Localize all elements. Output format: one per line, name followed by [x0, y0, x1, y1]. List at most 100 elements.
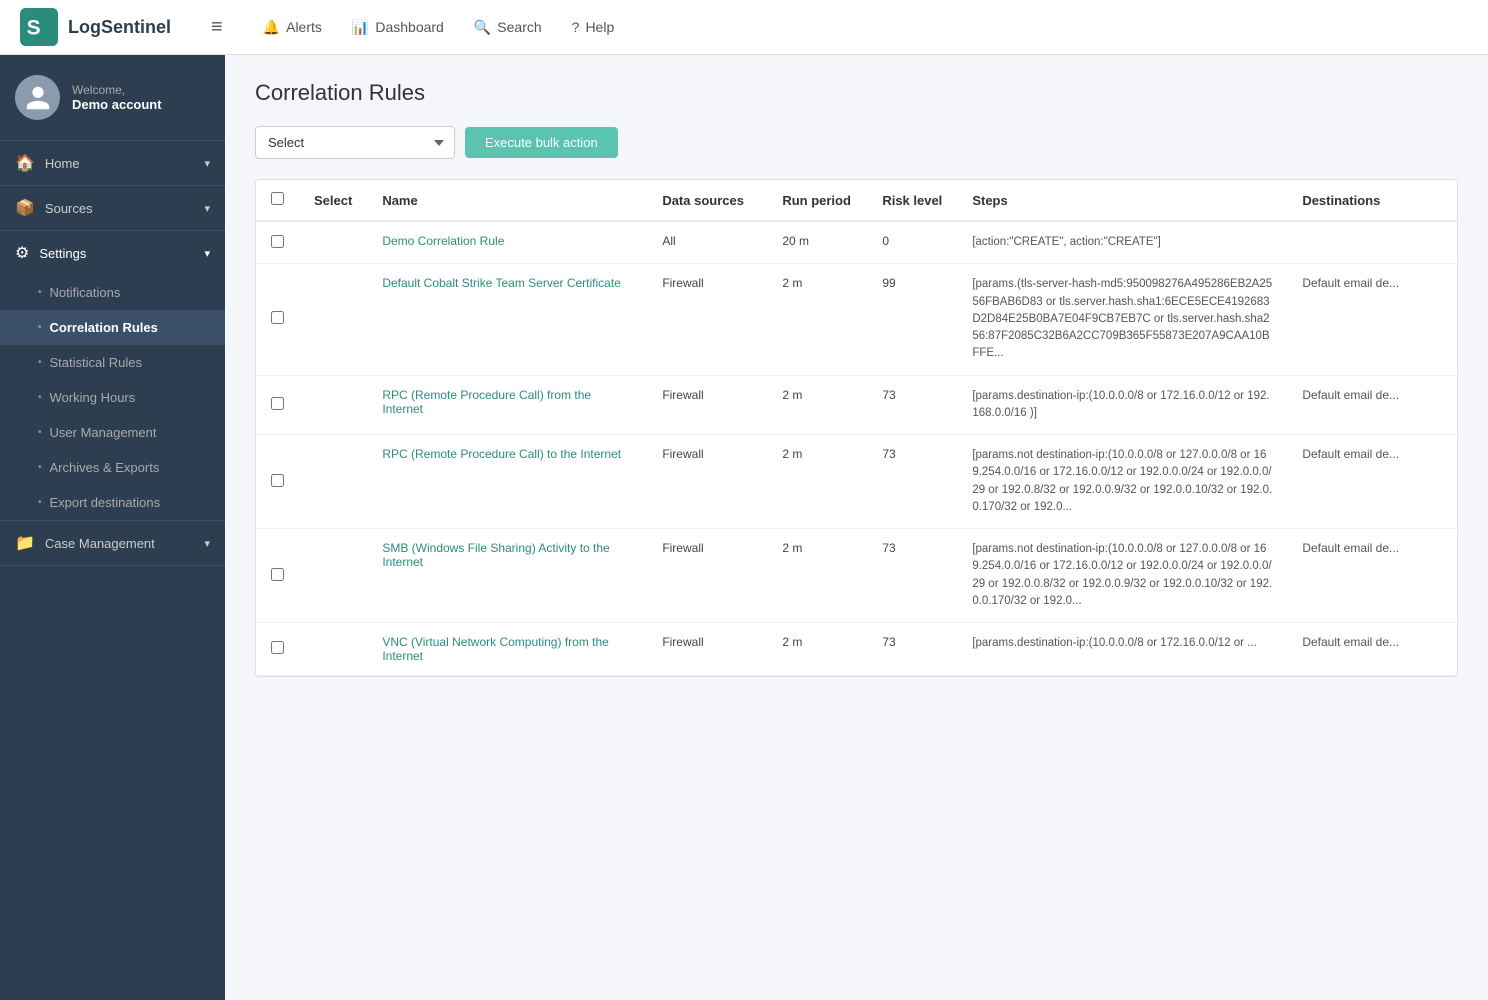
top-navigation: S LogSentinel ≡ 🔔 Alerts 📊 Dashboard 🔍 S… — [0, 0, 1488, 55]
row-checkbox-4[interactable] — [271, 568, 284, 581]
row-steps-0: [action:"CREATE", action:"CREATE"] — [957, 221, 1287, 264]
row-destinations-4: Default email de... — [1287, 529, 1457, 623]
row-select-5 — [299, 623, 367, 676]
table-row: Default Cobalt Strike Team Server Certif… — [256, 264, 1457, 375]
row-checkbox-cell — [256, 623, 299, 676]
table-row: RPC (Remote Procedure Call) from the Int… — [256, 375, 1457, 435]
nav-dashboard[interactable]: 📊 Dashboard — [352, 19, 444, 36]
row-destinations-0 — [1287, 221, 1457, 264]
logo-text: LogSentinel — [68, 17, 171, 38]
sidebar-item-statistical-rules[interactable]: Statistical Rules — [0, 345, 225, 380]
sidebar-item-export-destinations[interactable]: Export destinations — [0, 485, 225, 520]
case-management-icon: 📁 — [15, 533, 35, 553]
search-icon: 🔍 — [474, 19, 491, 36]
toolbar: Select Enable Disable Delete Execute bul… — [255, 126, 1458, 159]
sidebar-label-working-hours: Working Hours — [50, 390, 136, 405]
row-checkbox-2[interactable] — [271, 397, 284, 410]
sidebar-label-export-destinations: Export destinations — [50, 495, 161, 510]
chevron-down-icon: ▾ — [204, 157, 210, 170]
row-run-period-2: 2 m — [767, 375, 867, 435]
sidebar-label-sources: Sources — [45, 201, 195, 216]
sidebar-item-settings[interactable]: ⚙ Settings ▾ — [0, 231, 225, 275]
row-name-1: Default Cobalt Strike Team Server Certif… — [367, 264, 647, 375]
hamburger-icon[interactable]: ≡ — [211, 16, 223, 39]
select-all-checkbox[interactable] — [271, 192, 284, 205]
row-steps-3: [params.not destination-ip:(10.0.0.0/8 o… — [957, 435, 1287, 529]
header-risk-level: Risk level — [867, 180, 957, 221]
nav-help[interactable]: ? Help — [572, 19, 615, 35]
sidebar-label-archives-exports: Archives & Exports — [50, 460, 160, 475]
sidebar-label-user-management: User Management — [50, 425, 157, 440]
main-layout: Welcome, Demo account 🏠 Home ▾ 📦 Sources… — [0, 55, 1488, 1000]
table-row: VNC (Virtual Network Computing) from the… — [256, 623, 1457, 676]
sidebar-item-notifications[interactable]: Notifications — [0, 275, 225, 310]
row-run-period-5: 2 m — [767, 623, 867, 676]
row-run-period-4: 2 m — [767, 529, 867, 623]
row-data-sources-0: All — [647, 221, 767, 264]
row-select-4 — [299, 529, 367, 623]
table-header-row: Select Name Data sources Run period Risk… — [256, 180, 1457, 221]
logo-icon: S — [20, 8, 58, 46]
row-risk-level-1: 99 — [867, 264, 957, 375]
row-risk-level-3: 73 — [867, 435, 957, 529]
row-select-2 — [299, 375, 367, 435]
row-data-sources-2: Firewall — [647, 375, 767, 435]
row-checkbox-0[interactable] — [271, 235, 284, 248]
nav-alerts[interactable]: 🔔 Alerts — [263, 19, 322, 36]
row-checkbox-1[interactable] — [271, 311, 284, 324]
sidebar-section-sources: 📦 Sources ▾ — [0, 186, 225, 231]
dashboard-icon: 📊 — [352, 19, 369, 36]
header-destinations: Destinations — [1287, 180, 1457, 221]
row-checkbox-cell — [256, 435, 299, 529]
row-data-sources-1: Firewall — [647, 264, 767, 375]
bell-icon: 🔔 — [263, 19, 280, 36]
row-checkbox-cell — [256, 375, 299, 435]
sidebar-item-home[interactable]: 🏠 Home ▾ — [0, 141, 225, 185]
nav-search[interactable]: 🔍 Search — [474, 19, 542, 36]
row-risk-level-5: 73 — [867, 623, 957, 676]
user-avatar-icon — [24, 84, 52, 112]
row-select-3 — [299, 435, 367, 529]
username: Demo account — [72, 97, 162, 112]
row-checkbox-cell — [256, 221, 299, 264]
row-risk-level-4: 73 — [867, 529, 957, 623]
row-name-0: Demo Correlation Rule — [367, 221, 647, 264]
row-data-sources-4: Firewall — [647, 529, 767, 623]
sidebar-label-notifications: Notifications — [50, 285, 121, 300]
row-risk-level-2: 73 — [867, 375, 957, 435]
row-steps-2: [params.destination-ip:(10.0.0.0/8 or 17… — [957, 375, 1287, 435]
row-steps-1: [params.(tls-server-hash-md5:950098276A4… — [957, 264, 1287, 375]
row-run-period-0: 20 m — [767, 221, 867, 264]
main-content: Correlation Rules Select Enable Disable … — [225, 55, 1488, 1000]
row-risk-level-0: 0 — [867, 221, 957, 264]
header-checkbox — [256, 180, 299, 221]
header-steps: Steps — [957, 180, 1287, 221]
sidebar-item-working-hours[interactable]: Working Hours — [0, 380, 225, 415]
execute-bulk-action-button[interactable]: Execute bulk action — [465, 127, 618, 158]
sidebar-section-home: 🏠 Home ▾ — [0, 141, 225, 186]
row-checkbox-cell — [256, 264, 299, 375]
row-run-period-1: 2 m — [767, 264, 867, 375]
settings-icon: ⚙ — [15, 243, 29, 263]
row-checkbox-5[interactable] — [271, 641, 284, 654]
row-name-2: RPC (Remote Procedure Call) from the Int… — [367, 375, 647, 435]
sidebar-label-correlation-rules: Correlation Rules — [50, 320, 158, 335]
sidebar-item-correlation-rules[interactable]: Correlation Rules — [0, 310, 225, 345]
row-checkbox-cell — [256, 529, 299, 623]
home-icon: 🏠 — [15, 153, 35, 173]
sidebar-item-archives-exports[interactable]: Archives & Exports — [0, 450, 225, 485]
svg-text:S: S — [27, 17, 41, 40]
header-run-period: Run period — [767, 180, 867, 221]
help-icon: ? — [572, 19, 580, 35]
sidebar-item-user-management[interactable]: User Management — [0, 415, 225, 450]
row-checkbox-3[interactable] — [271, 474, 284, 487]
sidebar-item-case-management[interactable]: 📁 Case Management ▾ — [0, 521, 225, 565]
table-row: Demo Correlation Rule All 20 m 0 [action… — [256, 221, 1457, 264]
sidebar-item-sources[interactable]: 📦 Sources ▾ — [0, 186, 225, 230]
row-destinations-2: Default email de... — [1287, 375, 1457, 435]
row-destinations-3: Default email de... — [1287, 435, 1457, 529]
avatar — [15, 75, 60, 120]
bulk-action-select[interactable]: Select Enable Disable Delete — [255, 126, 455, 159]
row-steps-4: [params.not destination-ip:(10.0.0.0/8 o… — [957, 529, 1287, 623]
row-data-sources-3: Firewall — [647, 435, 767, 529]
